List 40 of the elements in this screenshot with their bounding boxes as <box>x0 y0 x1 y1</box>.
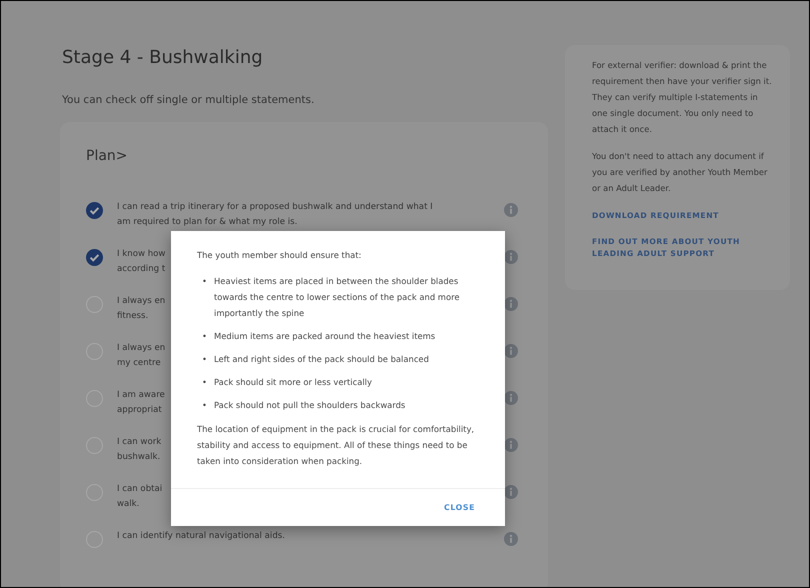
section-heading[interactable]: Plan> <box>86 148 518 164</box>
verifier-info-text: For external verifier: download & print the requirement then have your verifier sign it. They can verify multiple I-statements in one single document. You only need to attach it once. <box>592 59 773 136</box>
statement-text: bushwalk. <box>117 451 160 464</box>
bullet-marker: • <box>202 399 208 412</box>
checked-checkbox[interactable] <box>86 202 103 219</box>
info-icon[interactable] <box>504 485 518 499</box>
page-subtitle: You can check off single or multiple statements. <box>62 93 316 108</box>
modal-closing-text: The location of equipment in the pack is crucial for comfortability, stability and access to equipment. All of these things need to be taken into consideration when packing. <box>197 423 476 468</box>
statement-text: I know how <box>117 248 166 261</box>
bullet-marker: • <box>202 376 208 389</box>
statement-text: I can work <box>117 436 162 449</box>
statement-text: fitness. <box>117 310 148 323</box>
statement-text: walk. <box>117 498 140 511</box>
packing-guideline: Pack should sit more or less vertically <box>214 376 372 389</box>
modal-intro-text: The youth member should ensure that: <box>197 249 362 262</box>
statement-text: my centre <box>117 357 161 370</box>
statement-text: I always en <box>117 342 166 355</box>
info-icon[interactable] <box>504 438 518 452</box>
statement-text: I always en <box>117 295 166 308</box>
bullet-marker: • <box>202 353 208 366</box>
statement-text: I can identify natural navigational aids. <box>117 530 285 543</box>
packing-guideline: Medium items are packed around the heaviest items <box>214 330 436 343</box>
statement-text: I can obtai <box>117 483 162 496</box>
statement-text: appropriat <box>117 404 162 417</box>
packing-guideline: Heaviest items are placed in between the shoulder blades towards the centre to lower sections of the pack and more importantly the spine <box>214 275 460 320</box>
statement-text: I am aware <box>117 389 165 402</box>
statement-text: I can read a trip itinerary for a proposed bushwalk and understand what I <box>117 201 433 214</box>
statement-text: according t <box>117 263 166 276</box>
info-icon[interactable] <box>504 344 518 358</box>
page-title: Stage 4 - Bushwalking <box>62 46 264 70</box>
packing-guideline: Left and right sides of the pack should be balanced <box>214 353 429 366</box>
statement-text: am required to plan for & what my role is. <box>117 216 298 229</box>
info-icon[interactable] <box>504 250 518 264</box>
bullet-marker: • <box>202 330 208 343</box>
verifier-info-text: You don't need to attach any document if you are verified by another Youth Member or an Adult Leader. <box>592 150 768 195</box>
bullet-marker: • <box>202 275 208 288</box>
packing-guideline: Pack should not pull the shoulders backwards <box>214 399 406 412</box>
info-icon[interactable] <box>504 297 518 311</box>
info-icon[interactable] <box>504 391 518 405</box>
checked-checkbox[interactable] <box>86 249 103 266</box>
